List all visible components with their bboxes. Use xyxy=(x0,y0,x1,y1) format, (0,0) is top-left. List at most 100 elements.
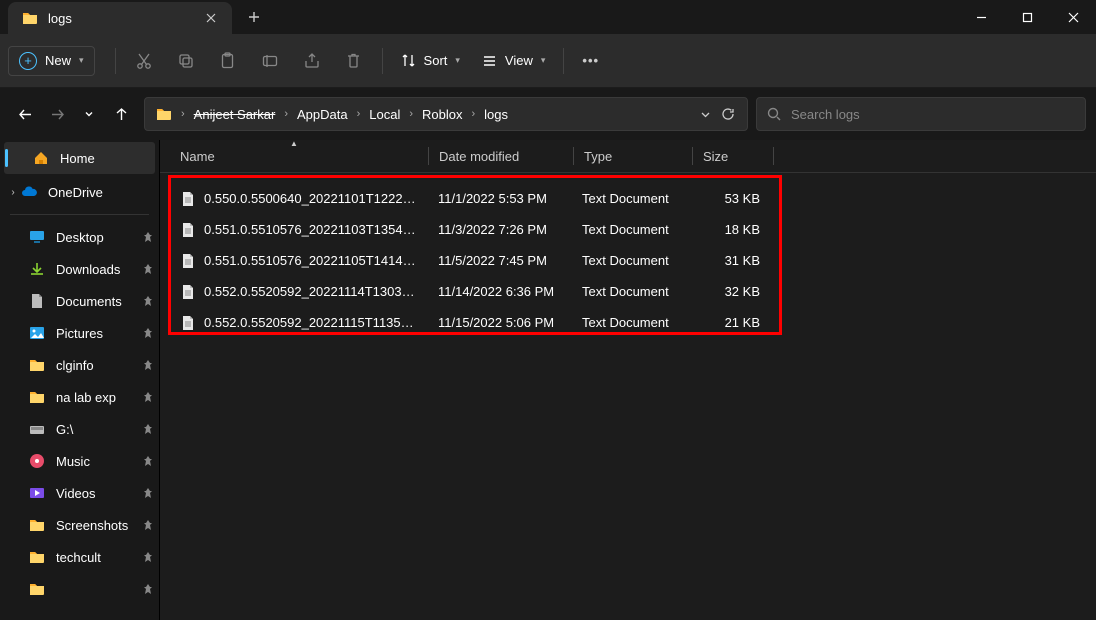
navigation-bar: › Anijeet Sarkar › AppData › Local › Rob… xyxy=(0,88,1096,140)
column-header-name[interactable]: Name ▲ xyxy=(160,140,428,172)
pin-icon xyxy=(143,360,153,370)
sidebar-divider xyxy=(10,214,149,215)
sidebar-item-label: OneDrive xyxy=(48,185,103,200)
tab-label: logs xyxy=(48,11,190,26)
sidebar-item-label: Videos xyxy=(56,486,96,501)
minimize-button[interactable] xyxy=(958,0,1004,34)
text-document-icon xyxy=(180,191,196,207)
sidebar-item-label: Screenshots xyxy=(56,518,128,533)
file-name: 0.552.0.5520592_20221114T130348Z_Playe..… xyxy=(204,284,418,299)
close-button[interactable] xyxy=(1050,0,1096,34)
toolbar-divider xyxy=(563,48,564,74)
breadcrumb-root[interactable] xyxy=(151,103,177,125)
videos-icon xyxy=(28,484,46,502)
sidebar-item[interactable]: techcult xyxy=(0,541,159,573)
chevron-right-icon[interactable]: › xyxy=(282,108,290,120)
chevron-down-icon: ▾ xyxy=(79,55,84,66)
breadcrumb-segment[interactable]: logs xyxy=(479,104,513,125)
breadcrumb-segment[interactable]: Local xyxy=(364,104,405,125)
delete-button[interactable] xyxy=(334,41,374,81)
plus-circle-icon: + xyxy=(19,52,37,70)
cloud-icon xyxy=(20,183,38,201)
file-size: 21 KB xyxy=(690,315,770,330)
paste-button[interactable] xyxy=(208,41,248,81)
pin-icon xyxy=(143,424,153,434)
file-size: 53 KB xyxy=(690,191,770,206)
share-button[interactable] xyxy=(292,41,332,81)
sidebar-item[interactable]: Documents xyxy=(0,285,159,317)
sidebar-item[interactable] xyxy=(0,573,159,605)
downloads-icon xyxy=(28,260,46,278)
chevron-right-icon[interactable]: › xyxy=(6,187,20,198)
file-type: Text Document xyxy=(572,191,690,206)
file-date: 11/5/2022 7:45 PM xyxy=(428,253,572,268)
sidebar-item[interactable]: Screenshots xyxy=(0,509,159,541)
sidebar-item[interactable]: Downloads xyxy=(0,253,159,285)
rename-button[interactable] xyxy=(250,41,290,81)
view-icon xyxy=(482,53,497,68)
file-row[interactable]: 0.550.0.5500640_20221101T122237Z_Playe..… xyxy=(160,183,1096,214)
search-icon xyxy=(767,107,781,121)
back-button[interactable] xyxy=(10,99,40,129)
command-toolbar: + New ▾ Sort ▾ View ▾ ••• xyxy=(0,34,1096,88)
pin-icon xyxy=(143,584,153,594)
tab-logs[interactable]: logs xyxy=(8,2,232,34)
chevron-right-icon[interactable]: › xyxy=(355,108,363,120)
breadcrumb-segment[interactable]: Anijeet Sarkar xyxy=(189,104,281,125)
view-button-label: View xyxy=(505,53,533,68)
refresh-button[interactable] xyxy=(721,107,735,121)
recent-locations-button[interactable] xyxy=(74,99,104,129)
forward-button[interactable] xyxy=(42,99,72,129)
chevron-right-icon[interactable]: › xyxy=(407,108,415,120)
sidebar-item[interactable]: G:\ xyxy=(0,413,159,445)
file-type: Text Document xyxy=(572,284,690,299)
sidebar-item[interactable]: na lab exp xyxy=(0,381,159,413)
file-list: 0.550.0.5500640_20221101T122237Z_Playe..… xyxy=(160,173,1096,338)
text-document-icon xyxy=(180,222,196,238)
sort-button[interactable]: Sort ▾ xyxy=(391,47,470,74)
file-date: 11/1/2022 5:53 PM xyxy=(428,191,572,206)
sidebar-item[interactable]: Videos xyxy=(0,477,159,509)
new-button[interactable]: + New ▾ xyxy=(8,46,95,76)
tab-close-button[interactable] xyxy=(200,7,222,29)
sidebar-onedrive[interactable]: › OneDrive xyxy=(0,176,159,208)
file-date: 11/14/2022 6:36 PM xyxy=(428,284,572,299)
file-row[interactable]: 0.551.0.5510576_20221105T141412Z_Playe..… xyxy=(160,245,1096,276)
column-header-date[interactable]: Date modified xyxy=(429,140,573,172)
file-row[interactable]: 0.552.0.5520592_20221115T113559Z_Playe..… xyxy=(160,307,1096,338)
pin-icon xyxy=(143,328,153,338)
chevron-right-icon[interactable]: › xyxy=(179,108,187,120)
file-date: 11/15/2022 5:06 PM xyxy=(428,315,572,330)
maximize-button[interactable] xyxy=(1004,0,1050,34)
chevron-down-icon: ▾ xyxy=(455,55,460,66)
address-bar[interactable]: › Anijeet Sarkar › AppData › Local › Rob… xyxy=(144,97,748,131)
up-button[interactable] xyxy=(106,99,136,129)
folder-icon xyxy=(28,356,46,374)
file-date: 11/3/2022 7:26 PM xyxy=(428,222,572,237)
sidebar-item-label: Pictures xyxy=(56,326,103,341)
sidebar-item[interactable]: Pictures xyxy=(0,317,159,349)
column-header-type[interactable]: Type xyxy=(574,140,692,172)
chevron-right-icon[interactable]: › xyxy=(469,108,477,120)
cut-button[interactable] xyxy=(124,41,164,81)
view-button[interactable]: View ▾ xyxy=(472,47,555,74)
address-dropdown-button[interactable] xyxy=(700,109,711,120)
file-type: Text Document xyxy=(572,315,690,330)
more-button[interactable]: ••• xyxy=(572,47,609,74)
folder-icon xyxy=(28,580,46,598)
file-row[interactable]: 0.552.0.5520592_20221114T130348Z_Playe..… xyxy=(160,276,1096,307)
sidebar-item[interactable]: Desktop xyxy=(0,221,159,253)
sidebar-item[interactable]: clginfo xyxy=(0,349,159,381)
search-input[interactable] xyxy=(791,107,1075,122)
file-size: 32 KB xyxy=(690,284,770,299)
breadcrumb-segment[interactable]: Roblox xyxy=(417,104,467,125)
sort-ascending-icon: ▲ xyxy=(290,139,298,148)
file-row[interactable]: 0.551.0.5510576_20221103T135436Z_Playe..… xyxy=(160,214,1096,245)
sidebar-item[interactable]: Music xyxy=(0,445,159,477)
copy-button[interactable] xyxy=(166,41,206,81)
sidebar-home[interactable]: Home xyxy=(4,142,155,174)
new-tab-button[interactable] xyxy=(232,0,276,34)
column-header-size[interactable]: Size xyxy=(693,140,773,172)
search-box[interactable] xyxy=(756,97,1086,131)
breadcrumb-segment[interactable]: AppData xyxy=(292,104,353,125)
